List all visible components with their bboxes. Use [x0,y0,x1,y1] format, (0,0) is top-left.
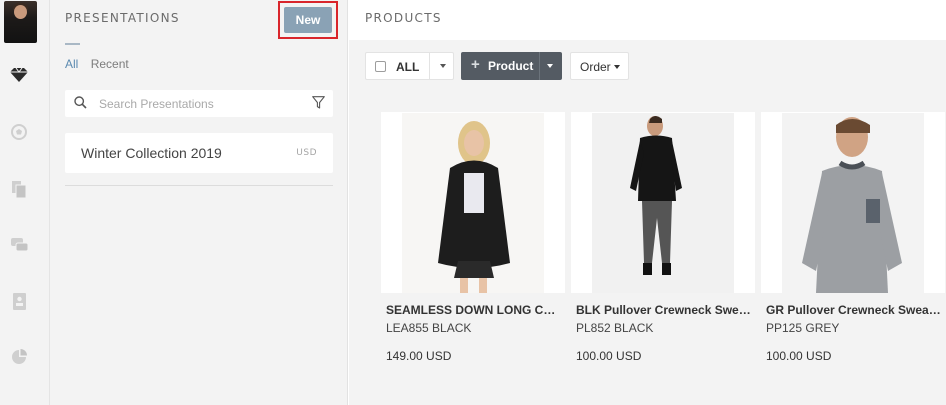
products-title: PRODUCTS [365,11,442,25]
presentation-currency: USD [296,148,317,158]
order-label: Order [580,60,611,74]
search-icon [74,96,87,114]
app-window: PRESENTATIONS New All Recent Winter Coll… [0,0,946,405]
product-photo [592,113,734,293]
chevron-down-icon[interactable] [547,64,553,68]
product-image [381,112,565,293]
pie-chart-icon[interactable] [0,349,38,370]
product-card[interactable]: BLK Pullover Crewneck Sweat... PL852 BLA… [571,112,755,405]
select-all-label: ALL [396,60,420,74]
product-name: BLK Pullover Crewneck Sweat... [576,303,751,317]
product-card[interactable]: GR Pullover Crewneck Sweate... PP125 GRE… [761,112,945,405]
avatar-head [14,5,27,19]
product-info: SEAMLESS DOWN LONG COAT LEA855 BLACK 149… [381,293,565,405]
contact-card-icon[interactable] [0,293,38,315]
diamond-icon[interactable] [0,68,38,87]
product-price: 149.00 USD [386,349,452,363]
product-card[interactable]: SEAMLESS DOWN LONG COAT LEA855 BLACK 149… [381,112,565,405]
product-name: SEAMLESS DOWN LONG COAT [386,303,561,317]
soccer-ball-icon[interactable] [0,124,38,145]
chat-icon[interactable] [0,238,38,257]
documents-icon[interactable] [0,181,38,203]
presentations-title: PRESENTATIONS [65,11,180,25]
product-price: 100.00 USD [576,349,642,363]
product-price: 100.00 USD [766,349,832,363]
button-separator [429,53,430,79]
tab-all[interactable]: All [65,57,78,71]
new-button-highlight: New [278,1,338,39]
add-product-label: Product [488,59,534,73]
icon-rail [0,0,50,405]
select-all-button[interactable]: ALL [365,52,454,80]
new-presentation-button[interactable]: New [284,7,332,33]
button-separator [539,52,540,80]
product-code: LEA855 BLACK [386,321,472,335]
presentation-tabs: All Recent [65,57,138,71]
search-input[interactable] [99,95,299,112]
chevron-down-icon[interactable] [440,64,446,68]
product-image [761,112,945,293]
products-area: PRODUCTS ALL + Product Order SEAMLESS DO… [349,0,946,405]
title-underline [65,43,80,45]
product-info: BLK Pullover Crewneck Sweat... PL852 BLA… [571,293,755,405]
product-info: GR Pullover Crewneck Sweate... PP125 GRE… [761,293,945,405]
product-photo [782,113,924,293]
tab-recent[interactable]: Recent [91,57,129,71]
plus-icon: + [471,56,480,73]
order-dropdown[interactable]: Order [570,52,629,80]
filter-icon[interactable] [312,96,325,114]
presentation-name: Winter Collection 2019 [81,145,222,161]
product-code: PP125 GREY [766,321,840,335]
products-toolbar: ALL + Product Order [349,40,946,96]
product-name: GR Pullover Crewneck Sweate... [766,303,941,317]
product-image [571,112,755,293]
add-product-button[interactable]: + Product [461,52,562,80]
user-avatar[interactable] [4,1,37,43]
product-photo [402,113,544,293]
presentations-panel: PRESENTATIONS New All Recent Winter Coll… [50,0,348,405]
presentation-item[interactable]: Winter Collection 2019 USD [65,133,333,173]
presentation-search [65,90,333,117]
chevron-down-icon [614,65,620,69]
panel-divider [65,185,333,186]
product-code: PL852 BLACK [576,321,654,335]
select-all-checkbox[interactable] [375,61,386,72]
